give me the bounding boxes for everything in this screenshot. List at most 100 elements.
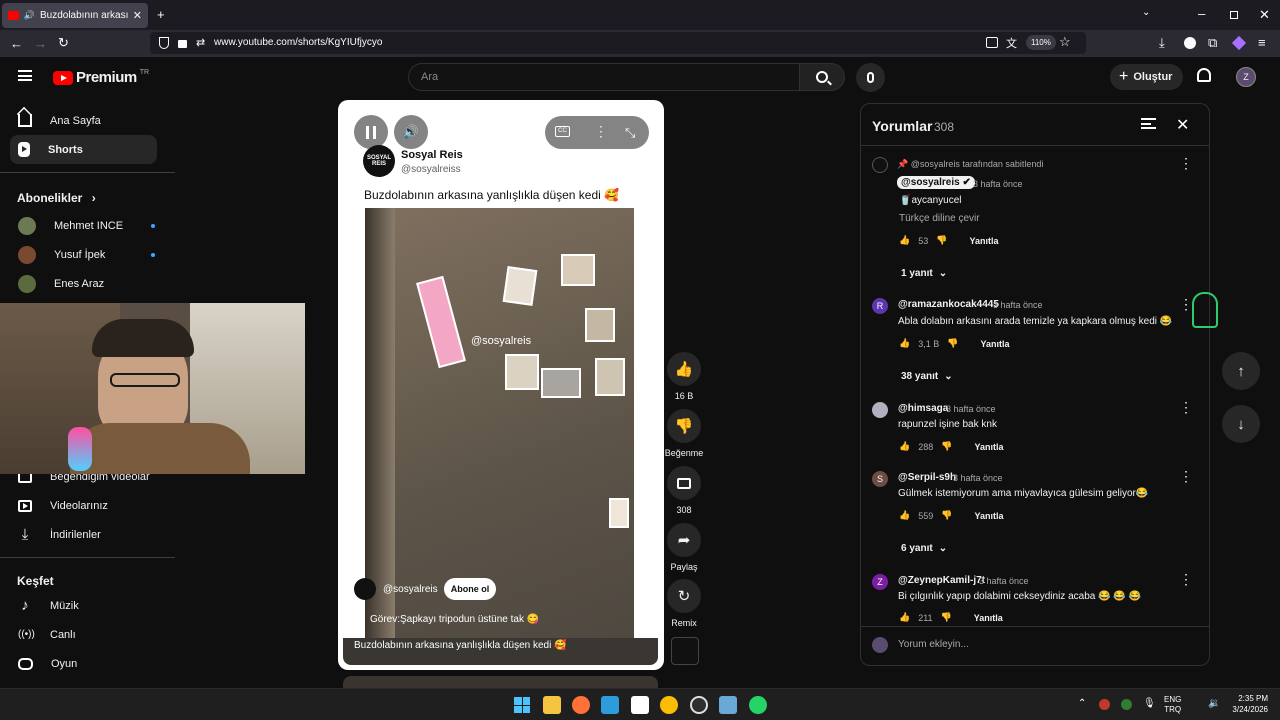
reply-button[interactable]: Yanıtla: [980, 339, 1009, 349]
avatar[interactable]: Z: [872, 574, 888, 590]
sidebar-item-music[interactable]: ♪ Müzik: [10, 591, 157, 620]
shield-icon[interactable]: [159, 37, 169, 49]
avatar[interactable]: S: [872, 471, 888, 487]
thumbs-up-icon[interactable]: 👍: [899, 235, 910, 246]
share-button[interactable]: ➦: [667, 523, 701, 557]
search-button[interactable]: [799, 63, 845, 91]
volume-button[interactable]: 🔊: [394, 115, 428, 149]
comment-author[interactable]: @ramazankocak4445: [898, 299, 999, 310]
pause-button[interactable]: [354, 115, 388, 149]
translate-icon[interactable]: 文: [1006, 35, 1017, 51]
replies-toggle[interactable]: 6 yanıt ⌄: [901, 543, 947, 554]
url-text[interactable]: www.youtube.com/shorts/KgYIUfjycyo: [214, 37, 382, 48]
thumbs-up-icon[interactable]: 👍: [899, 441, 910, 452]
minimize-icon[interactable]: –: [1198, 7, 1205, 20]
permissions-icon[interactable]: ⇄: [196, 36, 205, 49]
sidebar-item-live[interactable]: ((•)) Canlı: [10, 620, 157, 649]
firefox-icon[interactable]: [572, 696, 590, 714]
start-button[interactable]: [514, 697, 530, 713]
create-button[interactable]: + Oluştur: [1110, 64, 1183, 90]
thumbs-up-icon[interactable]: 👍: [899, 612, 910, 623]
reload-icon[interactable]: ↻: [58, 36, 69, 49]
notion-icon[interactable]: [631, 696, 649, 714]
replies-toggle[interactable]: 1 yanıt ⌄: [901, 268, 947, 279]
comment-author[interactable]: @sosyalreis ✔: [897, 176, 975, 189]
thumbs-down-icon[interactable]: 👎: [947, 338, 958, 349]
translate-link[interactable]: Türkçe diline çevir: [899, 213, 980, 224]
file-explorer-icon[interactable]: [543, 696, 561, 714]
comment-menu-icon[interactable]: ⋮: [1179, 156, 1193, 170]
replies-toggle[interactable]: 38 yanıt ⌄: [901, 371, 953, 382]
subscriptions-heading[interactable]: Abonelikler ›: [17, 191, 96, 205]
reply-button[interactable]: Yanıtla: [974, 613, 1003, 623]
thumbs-down-icon[interactable]: 👎: [941, 510, 952, 521]
comment-menu-icon[interactable]: ⋮: [1179, 469, 1193, 483]
next-short-preview[interactable]: [343, 676, 658, 688]
task-text[interactable]: Görev:Şapkayı tripodun üstüne tak 😋: [370, 614, 539, 625]
tray-chevron-icon[interactable]: ⌃: [1078, 698, 1086, 709]
subscribe-button[interactable]: Abone ol: [444, 578, 496, 600]
reply-button[interactable]: Yanıtla: [974, 442, 1003, 452]
comment-menu-icon[interactable]: ⋮: [1179, 400, 1193, 414]
search-box[interactable]: Ara: [408, 63, 800, 91]
back-icon[interactable]: ←: [10, 37, 23, 50]
speaker-icon[interactable]: 🔊: [24, 10, 35, 21]
sidebar-item-your-videos[interactable]: Videolarınız: [10, 491, 157, 520]
sidebar-sub-item[interactable]: Enes Araz: [10, 269, 157, 298]
channel-handle[interactable]: @sosyalreiss: [401, 164, 461, 175]
reply-button[interactable]: Yanıtla: [969, 236, 998, 246]
hamburger-menu-icon[interactable]: [18, 70, 32, 81]
comment-menu-icon[interactable]: ⋮: [1179, 572, 1193, 586]
reader-view-icon[interactable]: [986, 37, 998, 48]
add-comment-input[interactable]: Yorum ekleyin...: [898, 639, 969, 650]
notifications-bell-icon[interactable]: [1197, 68, 1211, 82]
fullscreen-icon[interactable]: ⤡: [625, 125, 635, 141]
obs-icon[interactable]: [690, 696, 708, 714]
zoom-badge[interactable]: 110%: [1026, 35, 1056, 50]
avatar[interactable]: [872, 157, 888, 173]
like-button[interactable]: 👍: [667, 352, 701, 386]
forward-icon[interactable]: →: [34, 37, 47, 50]
extensions-icon[interactable]: ⧉: [1208, 36, 1217, 49]
new-tab-icon[interactable]: +: [157, 8, 165, 21]
thumbs-up-icon[interactable]: 👍: [899, 510, 910, 521]
sidebar-item-gaming[interactable]: Oyun: [10, 649, 157, 678]
dislike-button[interactable]: 👎: [667, 409, 701, 443]
next-short-button[interactable]: ↓: [1222, 405, 1260, 443]
overlay-channel-handle[interactable]: @sosyalreis: [383, 584, 438, 595]
tray-app-icon[interactable]: [1099, 699, 1110, 710]
sidebar-item-shorts[interactable]: Shorts: [10, 135, 157, 164]
whatsapp-icon[interactable]: [749, 696, 767, 714]
more-options-icon[interactable]: ⋮: [594, 124, 608, 138]
tab-list-icon[interactable]: ⌄: [1142, 8, 1150, 18]
captions-icon[interactable]: CC: [555, 126, 570, 137]
bookmark-star-icon[interactable]: ☆: [1059, 34, 1071, 50]
remix-button[interactable]: ↻: [667, 579, 701, 613]
channel-logo[interactable]: SOSYAL REIS: [363, 145, 395, 177]
youtube-logo[interactable]: Premium TR: [53, 69, 149, 86]
close-tab-icon[interactable]: ✕: [133, 9, 142, 22]
sidebar-item-downloads[interactable]: ⤓ İndirilenler: [10, 520, 157, 549]
app-icon[interactable]: [601, 696, 619, 714]
sort-icon[interactable]: [1141, 118, 1156, 129]
avatar[interactable]: R: [872, 298, 888, 314]
close-window-icon[interactable]: ✕: [1259, 8, 1270, 21]
maximize-icon[interactable]: [1230, 11, 1238, 19]
avatar[interactable]: [872, 402, 888, 418]
sound-thumbnail[interactable]: [671, 637, 699, 665]
downloads-icon[interactable]: ⤓: [1159, 36, 1165, 49]
profile-avatar[interactable]: Z: [1236, 67, 1256, 87]
previous-short-button[interactable]: ↑: [1222, 352, 1260, 390]
clock[interactable]: 2:35 PM 3/24/2026: [1226, 693, 1268, 715]
tray-app-icon[interactable]: [1121, 699, 1132, 710]
comment-author[interactable]: @himsaga: [898, 403, 948, 414]
tray-mic-icon[interactable]: 🎙: [1143, 698, 1156, 709]
thumbs-up-icon[interactable]: 👍: [899, 338, 910, 349]
menu-icon[interactable]: ≡: [1258, 36, 1266, 49]
comments-button[interactable]: [667, 466, 701, 500]
language-indicator[interactable]: ENG TRQ: [1164, 695, 1181, 715]
comment-author[interactable]: @Serpil-s9h: [898, 472, 956, 483]
sidebar-sub-item[interactable]: Mehmet INCE: [10, 211, 157, 240]
volume-icon[interactable]: 🔉: [1208, 698, 1220, 709]
close-comments-icon[interactable]: ✕: [1176, 115, 1189, 135]
